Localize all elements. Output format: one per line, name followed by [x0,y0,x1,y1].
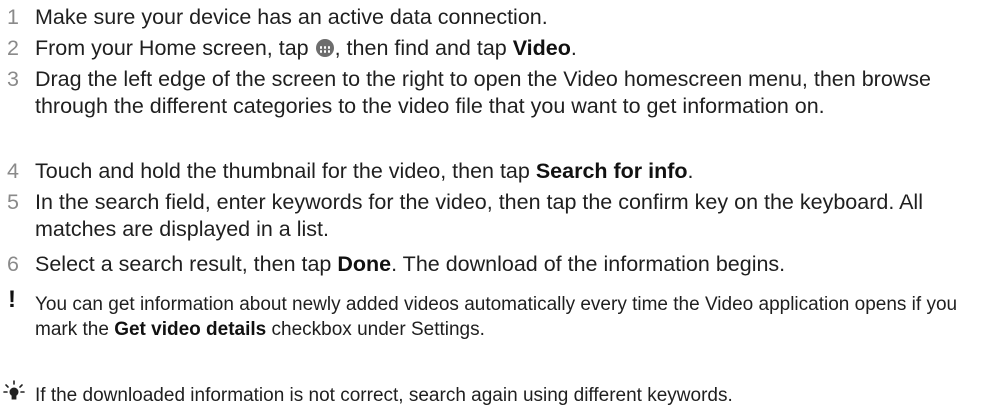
step-text-part: From your Home screen, tap [35,36,315,60]
step-number: 5 [7,190,19,214]
step-number: 2 [7,36,19,60]
lightbulb-icon [3,380,25,400]
note-text-part: checkbox under Settings. [266,319,485,340]
step-text: Drag the left edge of the screen to the … [35,67,932,118]
step-text: Touch and hold the thumbnail for the vid… [35,158,965,185]
step-text-part: . The download of the information begins… [391,252,786,276]
step-text: Make sure your device has an active data… [35,5,548,29]
step-text-part: Select a search result, then tap [35,252,338,276]
step-text-part: . [570,36,577,60]
step-number: 4 [7,159,19,183]
step-number: 3 [7,67,19,91]
app-name-video: Video [512,36,571,60]
step-text-part: , then find and tap [334,36,513,60]
step-text-part: . [687,159,694,183]
action-search-for-info: Search for info [535,159,688,183]
step-text: From your Home screen, tap , then find a… [35,35,965,62]
tip-text: If the downloaded information is not cor… [35,385,733,406]
step-text: Select a search result, then tap Done. T… [35,251,965,278]
step-text-part: Touch and hold the thumbnail for the vid… [35,159,536,183]
step-text: In the search field, enter keywords for … [35,190,923,241]
note-text: You can get information about newly adde… [35,292,965,342]
step-number: 1 [7,5,19,29]
step-number: 6 [7,252,19,276]
apps-grid-icon [315,39,334,57]
action-done: Done [337,252,392,276]
setting-get-video-details: Get video details [114,319,267,340]
exclamation-icon: ! [8,286,16,313]
